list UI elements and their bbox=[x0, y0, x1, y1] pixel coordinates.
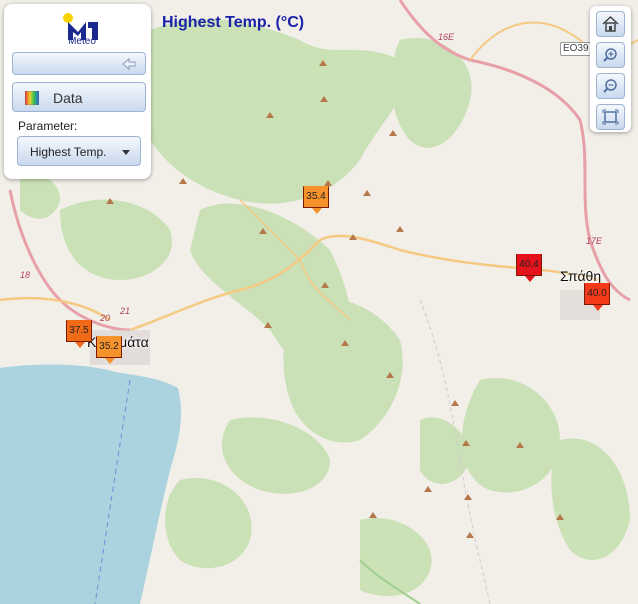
zoom-out-button[interactable] bbox=[596, 73, 625, 99]
station-marker[interactable]: 40.0 bbox=[584, 283, 610, 311]
road-label-20: 20 bbox=[100, 313, 111, 323]
zoom-in-icon bbox=[603, 48, 617, 62]
road-label-16e: 16E bbox=[438, 32, 455, 42]
station-value: 35.2 bbox=[99, 341, 119, 352]
station-value: 40.0 bbox=[587, 288, 607, 299]
station-value: 40.4 bbox=[519, 259, 539, 270]
control-panel: Meteo Data Parameter: Highest Temp. bbox=[4, 4, 151, 179]
home-button[interactable] bbox=[596, 11, 625, 37]
station-value: 35.4 bbox=[306, 191, 326, 202]
road-shield-eo39: EO39 bbox=[560, 42, 592, 56]
home-icon bbox=[602, 15, 619, 32]
full-extent-button[interactable] bbox=[596, 104, 625, 130]
road-label-18: 18 bbox=[20, 270, 31, 280]
parameter-select-value: Highest Temp. bbox=[30, 145, 107, 159]
parameter-select[interactable]: Highest Temp. bbox=[17, 136, 141, 166]
color-scale-icon bbox=[25, 91, 39, 105]
station-marker[interactable]: 35.2 bbox=[96, 336, 122, 364]
logo-text: Meteo bbox=[68, 36, 96, 47]
station-marker[interactable]: 35.4 bbox=[303, 186, 329, 214]
chevron-down-icon bbox=[122, 150, 130, 155]
station-marker[interactable]: 37.5 bbox=[66, 320, 92, 348]
station-marker[interactable]: 40.4 bbox=[516, 254, 542, 282]
data-button-label: Data bbox=[53, 90, 83, 106]
road-label-21: 21 bbox=[120, 306, 131, 316]
road-label-17e: 17E bbox=[586, 236, 603, 246]
collapse-button[interactable] bbox=[12, 52, 146, 75]
place-label-spatha: Σπάθη bbox=[560, 268, 602, 284]
map-toolbar bbox=[590, 6, 631, 132]
station-value: 37.5 bbox=[69, 325, 89, 336]
data-button[interactable]: Data bbox=[12, 82, 146, 112]
zoom-out-icon bbox=[603, 79, 617, 93]
parameter-label: Parameter: bbox=[18, 119, 78, 133]
arrow-left-icon bbox=[122, 57, 136, 71]
map-title: Highest Temp. (°C) bbox=[162, 14, 305, 31]
zoom-in-button[interactable] bbox=[596, 42, 625, 68]
full-extent-icon bbox=[602, 109, 619, 125]
